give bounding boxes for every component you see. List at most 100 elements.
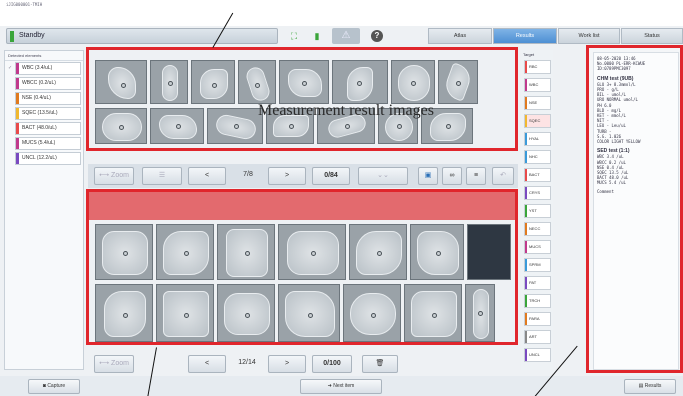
result-image[interactable]: [150, 60, 188, 104]
capture-button[interactable]: ◙ Capture: [28, 379, 80, 394]
help-icon[interactable]: ?: [364, 28, 390, 44]
result-image[interactable]: [278, 224, 346, 280]
color-swatch: [16, 93, 19, 104]
app-title: iJIG000001-TMIH: [6, 2, 43, 7]
result-image[interactable]: [278, 284, 340, 342]
detected-item-uncl[interactable]: UNCL (12.2/uL): [15, 152, 81, 165]
target-item-mucs[interactable]: MUCS: [524, 240, 551, 254]
comment-label: Comment: [597, 188, 614, 194]
target-item-sqec[interactable]: SQEC: [524, 114, 551, 128]
annotation-label: Measurement result images: [258, 102, 434, 119]
detected-elements-panel: Detected elements ✓ WBC (3.4/uL) WBCC (0.…: [4, 50, 84, 370]
result-image[interactable]: [238, 60, 276, 104]
tab-status[interactable]: Status: [621, 28, 683, 44]
empty-slot: [467, 224, 511, 280]
report-meta-id: ID:0789PMC3097: [597, 66, 631, 72]
target-item-hyal[interactable]: HYAL: [524, 132, 551, 146]
result-image[interactable]: [191, 60, 235, 104]
detected-item-wbc[interactable]: ✓ WBC (3.4/uL): [8, 62, 81, 75]
color-swatch: [16, 123, 19, 134]
zoom-button[interactable]: ⟷ Zoom: [94, 167, 134, 185]
target-item-pat[interactable]: PAT: [524, 276, 551, 290]
target-item-para[interactable]: PARA: [524, 312, 551, 326]
selection-count: 0/84: [312, 167, 350, 185]
tab-work-list[interactable]: Work list: [558, 28, 620, 44]
result-image[interactable]: [410, 224, 464, 280]
results-button[interactable]: ▤ Results: [624, 379, 676, 394]
undo-icon[interactable]: ↶: [492, 167, 514, 185]
result-image[interactable]: [391, 60, 435, 104]
result-image[interactable]: [332, 60, 388, 104]
color-swatch: [16, 108, 19, 119]
detected-item-bact[interactable]: BACT (48.0/uL): [15, 122, 81, 135]
target-item-sprm[interactable]: SPRM: [524, 258, 551, 272]
result-image[interactable]: [95, 108, 147, 144]
lower-row-2: [95, 284, 495, 342]
detected-item-nse[interactable]: NSE (0.4/uL): [15, 92, 81, 105]
warning-icon[interactable]: ⚠: [332, 28, 360, 44]
next-page-button[interactable]: >: [268, 355, 306, 373]
detected-elements-header: Detected elements: [5, 51, 83, 61]
prev-page-button[interactable]: <: [188, 167, 226, 185]
clipboard-icon[interactable]: ▣: [418, 167, 438, 185]
sed-row: MUCS 5.4 /uL: [597, 180, 626, 186]
tab-results[interactable]: Results: [493, 28, 557, 44]
result-image[interactable]: [150, 108, 204, 144]
check-icon: ✓: [8, 65, 13, 71]
result-image[interactable]: [279, 60, 329, 104]
target-item-art[interactable]: ART: [524, 330, 551, 344]
result-image[interactable]: [156, 284, 214, 342]
selection-highlight: [89, 192, 515, 220]
target-item-uncl[interactable]: UNCL: [524, 348, 551, 362]
next-item-button[interactable]: ➜ Next item: [300, 379, 382, 394]
battery-icon: ▮: [314, 31, 320, 41]
report-panel: 08-05-2020 13:46 No.0000 PL-ERR-KCWUE ID…: [586, 45, 683, 373]
upper-control-bar: ⟷ Zoom ☰ < 7/8 > 0/84 ⌄⌄ ▣ ∞ ≡ ↶: [88, 164, 518, 188]
detected-item-sqec[interactable]: SQEC (13.5/uL): [15, 107, 81, 120]
result-image[interactable]: [95, 284, 153, 342]
status-icon-bar: ⛶ ▮ ⚠ ?: [278, 28, 394, 44]
target-item-nse[interactable]: NSE: [524, 96, 551, 110]
status-indicator: Standby: [6, 28, 278, 44]
target-item-nhc[interactable]: NHC: [524, 150, 551, 164]
result-image[interactable]: [95, 60, 147, 104]
sort-icon[interactable]: ≡: [466, 167, 486, 185]
target-item-wbc[interactable]: WBC: [524, 78, 551, 92]
target-item-crys[interactable]: CRYS: [524, 186, 551, 200]
result-image[interactable]: [438, 60, 478, 104]
target-header: Target: [523, 52, 535, 57]
color-swatch: [16, 153, 19, 164]
result-image[interactable]: [217, 224, 275, 280]
color-swatch: [16, 138, 19, 149]
result-image[interactable]: [404, 284, 462, 342]
result-image[interactable]: [156, 224, 214, 280]
result-image[interactable]: [349, 224, 407, 280]
report-content: 08-05-2020 13:46 No.0000 PL-ERR-KCWUE ID…: [593, 52, 679, 370]
chm-row: COLOR LIGHT YELLOW: [597, 139, 641, 145]
upper-row-1: [95, 60, 478, 104]
result-image[interactable]: [207, 108, 263, 144]
result-image[interactable]: [465, 284, 495, 342]
result-image[interactable]: [95, 224, 153, 280]
filter-button[interactable]: ☰: [142, 167, 182, 185]
delete-icon[interactable]: 🗑: [362, 355, 398, 373]
result-image[interactable]: [217, 284, 275, 342]
tab-atlas[interactable]: Atlas: [428, 28, 492, 44]
detected-item-mucs[interactable]: MUCS (5.4/uL): [15, 137, 81, 150]
zoom-button[interactable]: ⟷ Zoom: [94, 355, 134, 373]
bottom-bar: ◙ Capture ➜ Next item ▤ Results: [0, 376, 683, 396]
collapse-button[interactable]: ⌄⌄: [358, 167, 408, 185]
prev-page-button[interactable]: <: [188, 355, 226, 373]
target-item-bact[interactable]: BACT: [524, 168, 551, 182]
target-item-rbc[interactable]: RBC: [524, 60, 551, 74]
target-item-yst[interactable]: YST: [524, 204, 551, 218]
next-page-button[interactable]: >: [268, 167, 306, 185]
detected-item-wbcc[interactable]: WBCC (0.2/uL): [15, 77, 81, 90]
page-indicator: 7/8: [243, 171, 253, 178]
status-led: [10, 31, 14, 42]
result-image[interactable]: [343, 284, 401, 342]
link-icon[interactable]: ∞: [442, 167, 462, 185]
status-text: Standby: [19, 32, 45, 39]
target-item-necc[interactable]: NECC: [524, 222, 551, 236]
target-item-trch[interactable]: TRCH: [524, 294, 551, 308]
